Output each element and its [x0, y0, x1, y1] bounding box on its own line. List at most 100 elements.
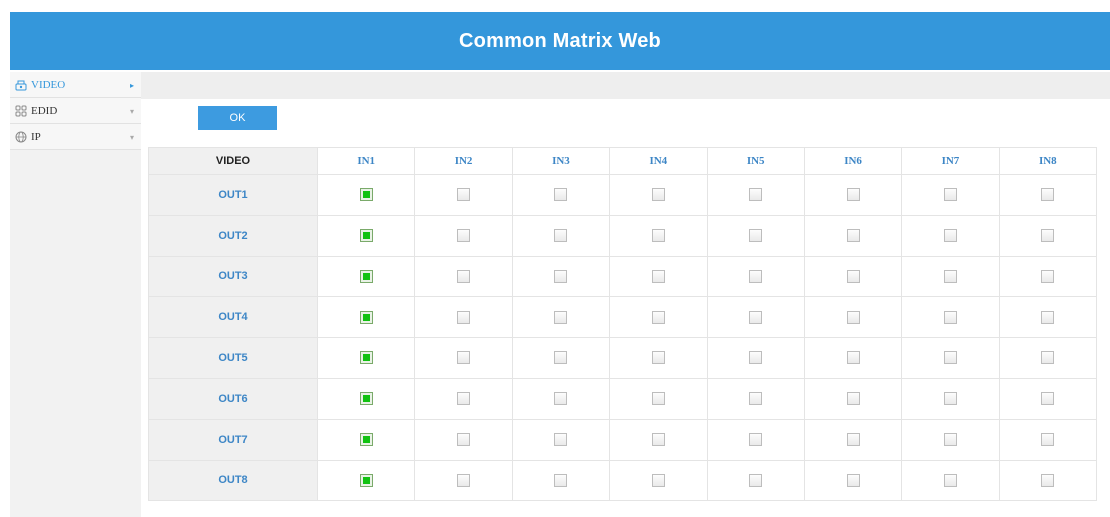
route-checkbox-out8-in8[interactable]	[1041, 473, 1055, 487]
matrix-cell	[316, 214, 416, 257]
matrix-cell	[803, 337, 903, 379]
route-checkbox-out7-in7[interactable]	[943, 432, 957, 446]
route-checkbox-out3-in7[interactable]	[943, 269, 957, 283]
matrix-cell	[414, 337, 513, 379]
route-checkbox-out5-in8[interactable]	[1041, 351, 1055, 365]
route-checkbox-out1-in4[interactable]	[651, 188, 665, 202]
matrix-cell	[414, 459, 513, 502]
route-checkbox-out7-in5[interactable]	[749, 432, 763, 446]
matrix-cell	[511, 296, 611, 339]
route-checkbox-out1-in6[interactable]	[846, 188, 860, 202]
table-row: OUT6	[148, 377, 1098, 420]
matrix-cell	[706, 214, 805, 257]
route-checkbox-out1-in7[interactable]	[943, 188, 957, 202]
route-checkbox-out1-in8[interactable]	[1041, 188, 1055, 202]
route-checkbox-out8-in3[interactable]	[554, 473, 568, 487]
matrix-cell	[901, 377, 1000, 420]
route-checkbox-out4-in2[interactable]	[457, 310, 471, 324]
matrix-cell	[706, 174, 805, 216]
route-checkbox-out6-in6[interactable]	[846, 392, 860, 406]
route-checkbox-out4-in4[interactable]	[651, 310, 665, 324]
route-checkbox-out1-in3[interactable]	[554, 188, 568, 202]
route-checkbox-out7-in8[interactable]	[1041, 432, 1055, 446]
matrix-cell	[901, 459, 1000, 502]
route-checkbox-out2-in2[interactable]	[457, 228, 471, 242]
route-checkbox-out8-in7[interactable]	[943, 473, 957, 487]
sidebar-item-label: IP	[31, 130, 41, 143]
output-label-out4: OUT4	[148, 296, 318, 339]
matrix-cell	[803, 296, 903, 339]
route-checkbox-out2-in7[interactable]	[943, 228, 957, 242]
matrix-cell	[609, 255, 708, 298]
matrix-cell	[803, 459, 903, 502]
route-checkbox-out5-in3[interactable]	[554, 351, 568, 365]
route-checkbox-out3-in6[interactable]	[846, 269, 860, 283]
route-checkbox-out5-in4[interactable]	[651, 351, 665, 365]
input-header-in4: IN4	[609, 147, 708, 175]
route-checkbox-out1-in2[interactable]	[457, 188, 471, 202]
route-checkbox-out2-in6[interactable]	[846, 228, 860, 242]
matrix-cell	[998, 377, 1098, 420]
route-checkbox-out5-in5[interactable]	[749, 351, 763, 365]
route-checkbox-out5-in6[interactable]	[846, 351, 860, 365]
matrix-cell	[706, 418, 805, 461]
matrix-cell	[511, 418, 611, 461]
table-row: OUT1	[148, 174, 1098, 216]
route-checkbox-out5-in2[interactable]	[457, 351, 471, 365]
route-checkbox-out4-in8[interactable]	[1041, 310, 1055, 324]
chevron-right-icon: ▸	[129, 81, 134, 90]
route-checkbox-out4-in7[interactable]	[943, 310, 957, 324]
route-checkbox-out7-in2[interactable]	[457, 432, 471, 446]
route-checkbox-out2-in5[interactable]	[749, 228, 763, 242]
route-checkbox-out6-in4[interactable]	[651, 392, 665, 406]
input-header-in1: IN1	[316, 147, 416, 175]
route-checkbox-out4-in3[interactable]	[554, 310, 568, 324]
table-row: OUT4	[148, 296, 1098, 339]
page-title: Common Matrix Web	[459, 29, 661, 52]
route-checkbox-out8-in5[interactable]	[749, 473, 763, 487]
route-checkbox-out7-in3[interactable]	[554, 432, 568, 446]
matrix-cell	[803, 174, 903, 216]
matrix-cell	[901, 337, 1000, 379]
route-checkbox-out2-in1[interactable]	[359, 228, 373, 242]
route-checkbox-out3-in5[interactable]	[749, 269, 763, 283]
sidebar-item-label: VIDEO	[31, 78, 66, 91]
sidebar-item-video[interactable]: VIDEO ▸	[10, 72, 141, 98]
matrix-cell	[706, 377, 805, 420]
route-checkbox-out6-in2[interactable]	[457, 392, 471, 406]
route-checkbox-out2-in3[interactable]	[554, 228, 568, 242]
route-checkbox-out6-in3[interactable]	[554, 392, 568, 406]
matrix-cell	[316, 174, 416, 216]
route-checkbox-out3-in2[interactable]	[457, 269, 471, 283]
route-checkbox-out1-in1[interactable]	[359, 188, 373, 202]
route-checkbox-out4-in6[interactable]	[846, 310, 860, 324]
route-checkbox-out4-in1[interactable]	[359, 310, 373, 324]
route-checkbox-out3-in8[interactable]	[1041, 269, 1055, 283]
route-checkbox-out6-in1[interactable]	[359, 392, 373, 406]
route-checkbox-out6-in5[interactable]	[749, 392, 763, 406]
route-checkbox-out8-in6[interactable]	[846, 473, 860, 487]
route-checkbox-out5-in1[interactable]	[359, 351, 373, 365]
route-checkbox-out2-in8[interactable]	[1041, 228, 1055, 242]
route-checkbox-out8-in4[interactable]	[651, 473, 665, 487]
video-icon	[15, 79, 27, 91]
route-checkbox-out6-in7[interactable]	[943, 392, 957, 406]
route-checkbox-out1-in5[interactable]	[749, 188, 763, 202]
matrix-cell	[803, 418, 903, 461]
route-checkbox-out3-in3[interactable]	[554, 269, 568, 283]
sidebar-item-ip[interactable]: IP ▾	[10, 124, 141, 150]
route-checkbox-out7-in4[interactable]	[651, 432, 665, 446]
ok-button[interactable]: OK	[198, 106, 277, 130]
matrix-cell	[316, 296, 416, 339]
route-checkbox-out7-in1[interactable]	[359, 432, 373, 446]
route-checkbox-out8-in2[interactable]	[457, 473, 471, 487]
route-checkbox-out8-in1[interactable]	[359, 473, 373, 487]
sidebar-item-edid[interactable]: EDID ▾	[10, 98, 141, 124]
route-checkbox-out3-in4[interactable]	[651, 269, 665, 283]
route-checkbox-out4-in5[interactable]	[749, 310, 763, 324]
route-checkbox-out5-in7[interactable]	[943, 351, 957, 365]
route-checkbox-out3-in1[interactable]	[359, 269, 373, 283]
route-checkbox-out2-in4[interactable]	[651, 228, 665, 242]
route-checkbox-out7-in6[interactable]	[846, 432, 860, 446]
route-checkbox-out6-in8[interactable]	[1041, 392, 1055, 406]
